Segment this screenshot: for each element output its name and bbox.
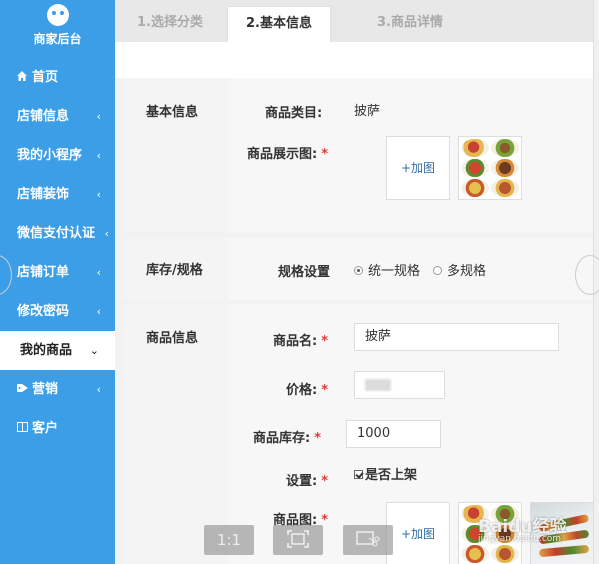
sidebar-item-home[interactable]: 首页 [0, 58, 115, 97]
fit-screen-button[interactable] [273, 525, 323, 555]
chevron-left-icon: ‹ [96, 305, 101, 318]
stock-spec-title: 库存/规格 [146, 263, 203, 278]
sidebar-item-my-products[interactable]: 我的商品 ⌄ [0, 331, 115, 370]
stock-label: 商品库存: * [253, 427, 321, 446]
spec-setting-label: 规格设置 [278, 265, 331, 280]
radio-checked-icon[interactable] [354, 266, 363, 275]
sidebar-item-label: 店铺订单 [17, 265, 70, 280]
required-mark: * [321, 383, 329, 398]
spec-option-multi-label: 多规格 [447, 264, 487, 279]
sidebar-item-marketing[interactable]: 营销 ‹ [0, 370, 115, 409]
content-header [115, 42, 599, 78]
sidebar-item-store-info[interactable]: 店铺信息 ‹ [0, 97, 115, 136]
settings-label: 设置: * [286, 470, 328, 489]
brand: 商家后台 [0, 0, 115, 58]
sidebar-item-label: 店铺信息 [17, 109, 70, 124]
crop-scissors-icon [355, 531, 381, 552]
category-value: 披萨 [354, 104, 381, 119]
sidebar-item-label: 营销 [32, 382, 59, 397]
brand-title: 商家后台 [33, 32, 82, 46]
product-info-title: 商品信息 [146, 331, 199, 346]
stock-input[interactable]: 1000 [346, 420, 441, 448]
on-shelf-checkbox[interactable]: 是否上架 [354, 464, 417, 483]
required-mark: * [314, 431, 322, 446]
price-input[interactable] [354, 371, 445, 399]
required-mark: * [321, 474, 329, 489]
sidebar-item-label: 店铺装饰 [17, 187, 70, 202]
crop-button[interactable] [343, 525, 393, 555]
product-name-label-text: 商品名: [273, 334, 318, 349]
sidebar-item-label: 客户 [32, 421, 59, 436]
home-icon [17, 58, 30, 97]
sidebar-item-label: 微信支付认证 [17, 226, 96, 241]
main-content: 1.选择分类 2.基本信息 3.商品详情 基本信息 商品类目: 披萨 商品展示图… [115, 0, 599, 564]
brand-logo-icon [46, 4, 69, 26]
step-tabs: 1.选择分类 2.基本信息 3.商品详情 [115, 0, 599, 42]
product-name-label: 商品名: * [273, 330, 328, 349]
chevron-left-icon: ‹ [96, 266, 101, 279]
required-mark: * [321, 147, 329, 162]
product-name-input[interactable]: 披萨 [354, 323, 559, 351]
basic-info-section: 基本信息 商品类目: 披萨 商品展示图: * +加图 [123, 78, 599, 232]
chevron-left-icon: ‹ [96, 149, 101, 162]
price-value-redacted [365, 378, 391, 391]
sidebar-item-label: 我的商品 [20, 343, 73, 358]
sidebar-item-label: 我的小程序 [17, 148, 83, 163]
next-image-handle[interactable] [575, 255, 599, 295]
showcase-add-image-button[interactable]: +加图 [386, 136, 450, 200]
stock-label-text: 商品库存: [253, 431, 311, 446]
actual-size-button[interactable]: 1:1 [204, 525, 254, 555]
showcase-image-label-text: 商品展示图: [247, 147, 318, 162]
sidebar-item-wechat-pay-auth[interactable]: 微信支付认证 ‹ [0, 214, 115, 253]
settings-label-text: 设置: [286, 474, 318, 489]
chevron-left-icon: ‹ [104, 227, 109, 240]
sidebar: 商家后台 首页 店铺信息 ‹ 我的小程序 ‹ 店铺装饰 ‹ 微信支付认证 ‹ 店… [0, 0, 115, 564]
fit-screen-icon [287, 530, 309, 552]
sidebar-item-customers[interactable]: 客户 [0, 409, 115, 448]
tab-select-category[interactable]: 1.选择分类 [137, 6, 203, 42]
book-icon [17, 409, 30, 448]
product-add-image-button[interactable]: +加图 [386, 502, 450, 564]
chevron-left-icon: ‹ [96, 188, 101, 201]
tab-product-details[interactable]: 3.商品详情 [377, 6, 443, 42]
category-label: 商品类目: [265, 106, 323, 121]
checkbox-checked-icon[interactable] [354, 470, 363, 479]
spec-option-unified-label: 统一规格 [368, 264, 421, 279]
baidu-watermark: Baidu经验 jingyan.baidu.com [478, 512, 567, 544]
sidebar-item-change-password[interactable]: 修改密码 ‹ [0, 292, 115, 331]
price-label-text: 价格: [286, 383, 318, 398]
basic-info-title: 基本信息 [146, 105, 199, 120]
sidebar-item-label: 修改密码 [17, 304, 70, 319]
chevron-down-icon: ⌄ [89, 344, 99, 357]
radio-unchecked-icon[interactable] [433, 266, 442, 275]
sidebar-item-my-miniprogram[interactable]: 我的小程序 ‹ [0, 136, 115, 175]
sidebar-item-label: 首页 [32, 70, 59, 85]
required-mark: * [321, 334, 329, 349]
stock-spec-section: 库存/规格 规格设置 统一规格 多规格 [123, 238, 599, 300]
showcase-image-thumbnail[interactable] [458, 136, 522, 200]
spec-option-unified[interactable]: 统一规格 [354, 260, 420, 279]
tab-basic-info[interactable]: 2.基本信息 [227, 6, 331, 42]
price-label: 价格: * [286, 379, 328, 398]
sidebar-item-store-orders[interactable]: 店铺订单 ‹ [0, 253, 115, 292]
spec-option-multi[interactable]: 多规格 [433, 260, 486, 279]
sidebar-item-store-decoration[interactable]: 店铺装饰 ‹ [0, 175, 115, 214]
showcase-image-label: 商品展示图: * [247, 143, 328, 162]
chevron-left-icon: ‹ [96, 383, 101, 396]
chevron-left-icon: ‹ [96, 110, 101, 123]
watermark-subtext: jingyan.baidu.com [478, 534, 562, 544]
tag-icon [17, 370, 30, 409]
on-shelf-label: 是否上架 [365, 468, 418, 483]
